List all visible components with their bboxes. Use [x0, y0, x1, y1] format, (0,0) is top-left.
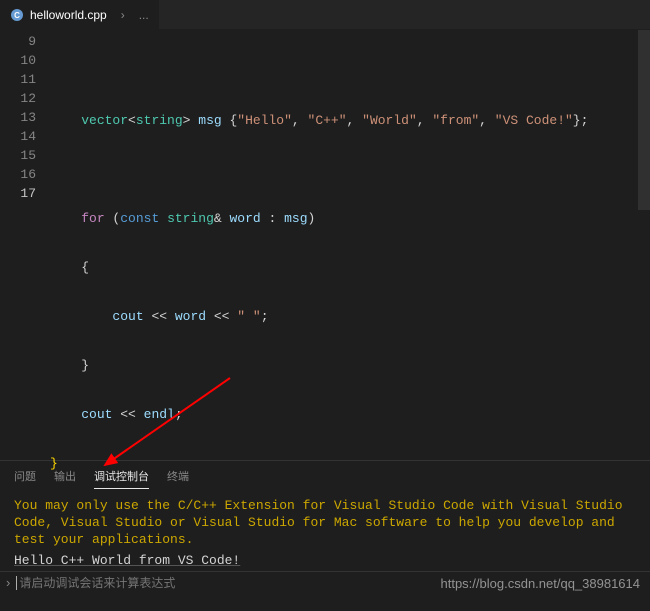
- code-line: [50, 62, 650, 81]
- editor-tab[interactable]: C helloworld.cpp › ...: [0, 0, 159, 29]
- code-line: for (const string& word : msg): [50, 209, 650, 228]
- code-line: }: [50, 356, 650, 375]
- breadcrumb[interactable]: ...: [139, 8, 149, 22]
- code-line: }: [50, 454, 650, 473]
- line-gutter: 91011121314151617: [0, 30, 50, 460]
- code-editor[interactable]: 91011121314151617 vector<string> msg {"H…: [0, 30, 650, 460]
- code-line: [50, 160, 650, 179]
- chevron-right-icon: ›: [6, 575, 10, 590]
- program-output: Hello C++ World from VS Code!: [14, 552, 636, 569]
- tab-problems[interactable]: 问题: [14, 464, 36, 488]
- code-line: cout << word << " ";: [50, 307, 650, 326]
- breadcrumb-sep: ›: [113, 8, 133, 22]
- cpp-file-icon: C: [10, 8, 24, 22]
- editor-scrollbar[interactable]: [638, 30, 650, 210]
- tab-title: helloworld.cpp: [30, 8, 107, 22]
- code-content[interactable]: vector<string> msg {"Hello", "C++", "Wor…: [50, 30, 650, 460]
- tab-bar: C helloworld.cpp › ...: [0, 0, 650, 30]
- code-line: vector<string> msg {"Hello", "C++", "Wor…: [50, 111, 650, 130]
- debug-console-content[interactable]: You may only use the C/C++ Extension for…: [0, 491, 650, 571]
- watermark: https://blog.csdn.net/qq_38981614: [441, 576, 641, 591]
- svg-text:C: C: [14, 11, 20, 20]
- code-line: {: [50, 258, 650, 277]
- code-line: cout << endl;: [50, 405, 650, 424]
- extension-warning: You may only use the C/C++ Extension for…: [14, 497, 636, 548]
